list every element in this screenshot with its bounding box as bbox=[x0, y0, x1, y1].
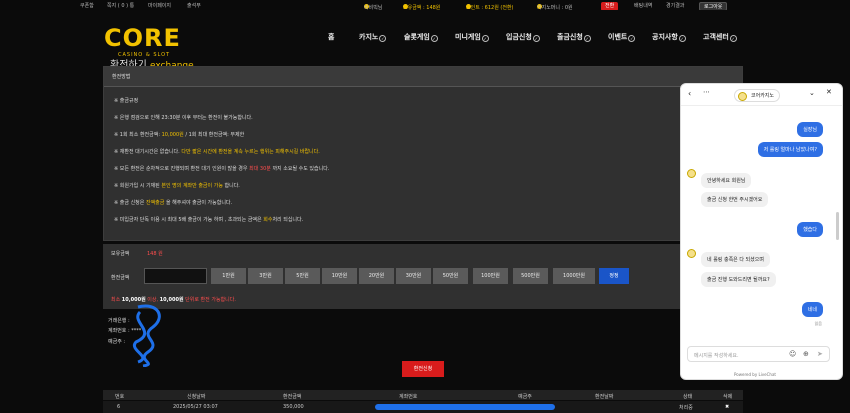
col-status: 상태 bbox=[683, 394, 693, 400]
agent-avatar bbox=[687, 249, 696, 258]
cell-status: 처리중 bbox=[679, 405, 693, 411]
messages-link[interactable]: 쪽지 ( 0 ) 통 bbox=[107, 2, 134, 9]
send-icon[interactable]: ➤ bbox=[817, 350, 823, 358]
amount-30man-button[interactable]: 30만원 bbox=[396, 268, 431, 284]
agent-avatar bbox=[687, 169, 696, 178]
col-no: 번호 bbox=[115, 394, 125, 400]
nav-slot[interactable]: 슬롯게임 ✓ bbox=[404, 32, 438, 42]
notice-line: ※ 미입금자 단독 이용 시 최대 5배 출금이 가능 하며 , 초과되는 금액… bbox=[114, 217, 304, 223]
results-link[interactable]: 경기결과 bbox=[666, 2, 684, 9]
history-table-header: 번호 신청날짜 환전금액 계좌번호 예금주 환전날짜 상태 삭제 bbox=[103, 390, 743, 400]
balance-value: 148 원 bbox=[147, 251, 163, 257]
coupon-link[interactable]: 쿠폰함 bbox=[80, 2, 94, 9]
chat-message: 출금 신청 한번 주시겠어요 bbox=[701, 192, 769, 207]
top-bar: 쿠폰함 쪽지 ( 0 ) 통 마이페이지 출석부 비비빅님 보유금액 : 148… bbox=[0, 0, 850, 11]
panel-title: 환전방법 bbox=[104, 67, 742, 87]
amount-3man-button[interactable]: 3만원 bbox=[248, 268, 283, 284]
col-delete: 삭제 bbox=[723, 394, 733, 400]
mypage-link[interactable]: 마이페이지 bbox=[148, 2, 171, 9]
check-icon: ✓ bbox=[430, 35, 438, 42]
nav-casino[interactable]: 카지노 ✓ bbox=[359, 32, 387, 42]
notice-line: ※ 회원가입 시 기재된 본인 명의 계좌만 출금이 가능 합니다. bbox=[114, 183, 240, 189]
amount-20man-button[interactable]: 20만원 bbox=[359, 268, 394, 284]
minimize-icon[interactable]: ⌄ bbox=[809, 89, 815, 97]
cell-no: 6 bbox=[117, 404, 121, 410]
read-receipt: 읽음 bbox=[814, 321, 822, 326]
col-exdate: 환전날짜 bbox=[595, 394, 614, 400]
notice-line: ※ 은행 점검으로 인해 23:30분 이후 부터는 환전이 불가능합니다. bbox=[114, 115, 253, 121]
delete-icon[interactable]: ✖ bbox=[725, 404, 729, 410]
notice-line: ※ 모든 환전은 순차적으로 진행되며 환전 대기 인원이 많을 경우 최대 3… bbox=[114, 166, 330, 172]
amount-1000man-button[interactable]: 1000만원 bbox=[553, 268, 595, 284]
balance-label: 보유금액 bbox=[111, 251, 130, 257]
amount-input[interactable] bbox=[144, 268, 207, 284]
notice-line: ※ 출금규정 bbox=[114, 98, 139, 104]
col-holder: 예금주 bbox=[518, 394, 532, 400]
chat-message: 저 롤링 얼마나 남았나여? bbox=[757, 142, 823, 157]
chat-agent-badge: 코어카지노 bbox=[734, 89, 781, 102]
back-icon[interactable]: ‹ bbox=[688, 89, 691, 98]
nav-withdraw[interactable]: 출금신청 ✓ bbox=[557, 32, 591, 42]
chat-message: 출금 진행 도와드리면 될까요? bbox=[701, 272, 776, 287]
emoji-icon[interactable]: ☺ bbox=[789, 350, 796, 358]
nav-support[interactable]: 고객센터 ✓ bbox=[703, 32, 737, 42]
chat-message: 네 롤링 충족은 다 되셨으며 bbox=[701, 252, 770, 267]
logo[interactable]: CORE bbox=[104, 24, 181, 52]
check-icon: ✓ bbox=[481, 35, 489, 42]
bet-history-link[interactable]: 배팅내역 bbox=[634, 2, 652, 9]
reset-button[interactable]: 정정 bbox=[599, 268, 629, 284]
more-icon[interactable]: ⋯ bbox=[703, 88, 710, 96]
submit-exchange-button[interactable]: 환전신청 bbox=[402, 361, 444, 377]
check-icon: ✓ bbox=[532, 35, 540, 42]
table-row: 6 2025/05/27 03:07 350,000 처리중 ✖ bbox=[103, 401, 743, 413]
col-account: 계좌번호 bbox=[399, 394, 418, 400]
check-icon: ✓ bbox=[628, 35, 636, 42]
amount-10man-button[interactable]: 10만원 bbox=[322, 268, 357, 284]
chat-scrollbar[interactable] bbox=[836, 212, 839, 240]
attach-icon[interactable]: ⊕ bbox=[803, 350, 809, 358]
chat-message: 네네 bbox=[801, 302, 823, 317]
nav-notice[interactable]: 공지사항 ✓ bbox=[652, 32, 686, 42]
nav-event[interactable]: 이벤트 ✓ bbox=[608, 32, 636, 42]
exchange-form: 보유금액 148 원 환전금액 1만원 3만원 5만원 10만원 20만원 30… bbox=[103, 244, 743, 309]
attendance-link[interactable]: 출석부 bbox=[187, 2, 201, 9]
check-icon: ✓ bbox=[678, 35, 686, 42]
header: CORE CASINO & SLOT 홈 카지노 ✓ 슬롯게임 ✓ 미니게임 ✓ 입금… bbox=[0, 10, 850, 71]
amount-1man-button[interactable]: 1만원 bbox=[211, 268, 246, 284]
check-icon: ✓ bbox=[379, 35, 387, 42]
redaction-scribble bbox=[132, 304, 161, 367]
cell-amount: 350,000 bbox=[283, 404, 304, 410]
nav-deposit[interactable]: 입금신청 ✓ bbox=[506, 32, 540, 42]
amount-100man-button[interactable]: 100만원 bbox=[473, 268, 508, 284]
livechat-widget: ‹ ⋯ 코어카지노 ⌄ ✕ 실장님 저 롤링 얼마나 남았나여? 안녕하세요 회… bbox=[680, 83, 843, 380]
holder-label: 예금주 : bbox=[108, 339, 126, 345]
chat-message: 했습다 bbox=[797, 222, 823, 237]
notice-line: ※ 출금 신청은 잔액출금 을 해주셔야 출금이 가능합니다. bbox=[114, 200, 233, 206]
amount-label: 환전금액 bbox=[111, 275, 130, 281]
avatar bbox=[738, 92, 747, 101]
notice-line: ※ 1회 최소 환전금액: 10,000원 / 1회 최대 환전금액: 무제한 bbox=[114, 132, 245, 138]
chat-message: 실장님 bbox=[797, 122, 823, 137]
col-amount: 환전금액 bbox=[283, 394, 302, 400]
amount-5man-button[interactable]: 5만원 bbox=[285, 268, 320, 284]
powered-by: Powered by LiveChat bbox=[734, 372, 776, 377]
amount-50man-button[interactable]: 50만원 bbox=[433, 268, 468, 284]
notice-line: ※ 재환전 대기시간은 없습니다. 다만 짧은 시간에 환전을 계속 누르는 행… bbox=[114, 149, 320, 155]
check-icon: ✓ bbox=[729, 35, 737, 42]
check-icon: ✓ bbox=[583, 35, 591, 42]
chat-message: 안녕하세요 회원님 bbox=[701, 173, 752, 188]
cell-date: 2025/05/27 03:07 bbox=[173, 404, 218, 410]
col-date: 신청날짜 bbox=[187, 394, 206, 400]
bank-label: 거래은행 : bbox=[108, 318, 130, 324]
account-redaction bbox=[375, 404, 555, 410]
close-icon[interactable]: ✕ bbox=[826, 88, 832, 96]
exchange-rules-panel: 환전방법 ※ 출금규정 ※ 은행 점검으로 인해 23:30분 이후 부터는 환… bbox=[103, 66, 743, 241]
amount-500man-button[interactable]: 500만원 bbox=[513, 268, 548, 284]
nav-mini[interactable]: 미니게임 ✓ bbox=[455, 32, 489, 42]
nav-home[interactable]: 홈 bbox=[328, 32, 334, 42]
chat-header: ‹ ⋯ 코어카지노 ⌄ ✕ bbox=[681, 84, 842, 106]
